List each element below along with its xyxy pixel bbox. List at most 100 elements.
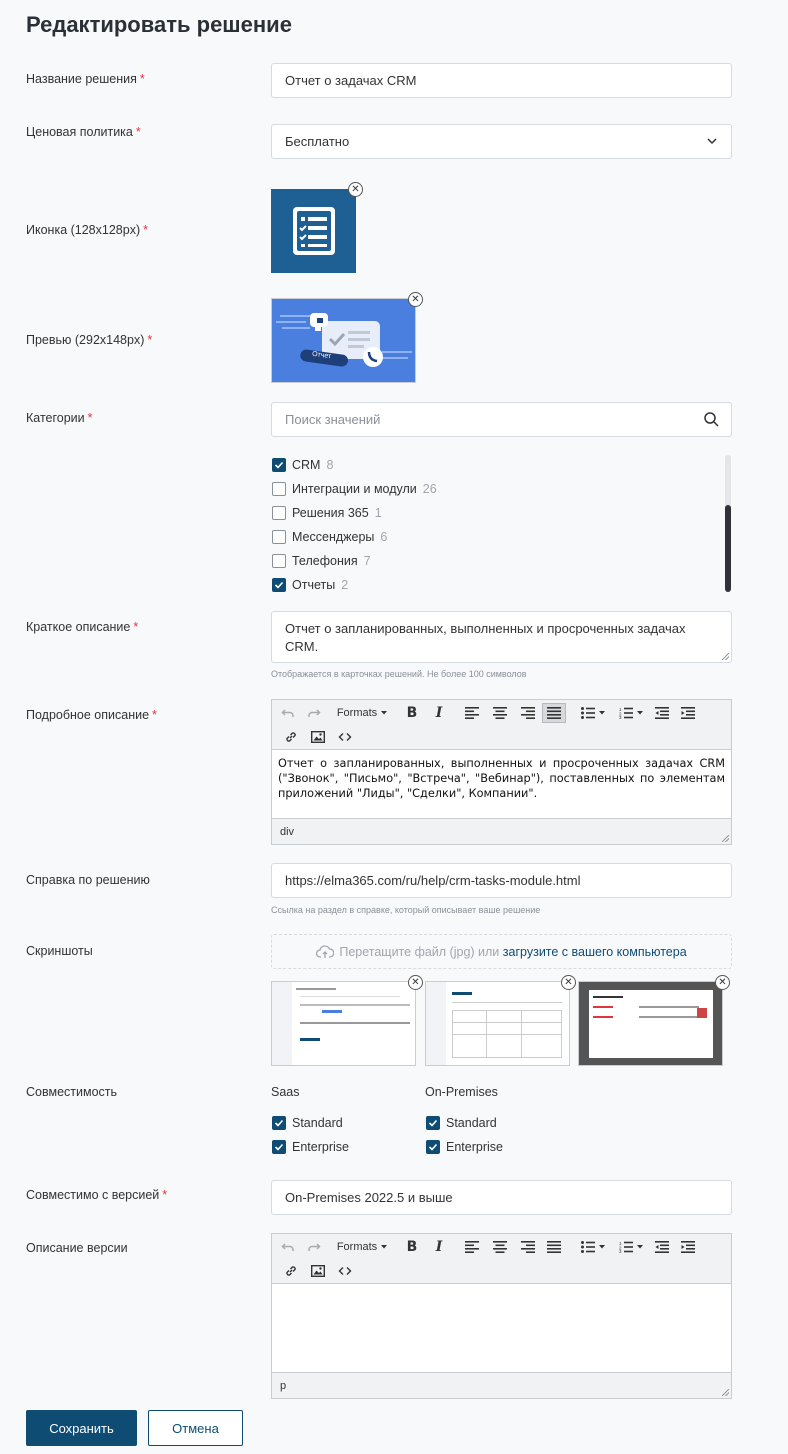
image-icon[interactable] (307, 1261, 329, 1281)
align-right-icon[interactable] (516, 703, 540, 723)
screenshot-thumb-2[interactable] (425, 981, 570, 1066)
short-desc-textarea[interactable]: Отчет о запланированных, выполненных и п… (271, 611, 732, 663)
icon-label: Иконка (128x128px) * (26, 223, 148, 237)
screenshots-label: Скриншоты (26, 944, 93, 958)
scrollbar-thumb[interactable] (725, 505, 731, 592)
category-label: CRM 8 (292, 458, 334, 472)
short-desc-hint: Отображается в карточках решений. Не бол… (271, 669, 527, 679)
undo-icon[interactable] (280, 1237, 296, 1257)
name-input[interactable]: Отчет о задачах CRM (271, 63, 732, 98)
category-checkbox[interactable] (272, 458, 286, 472)
category-checkbox[interactable] (272, 530, 286, 544)
short-desc-value: Отчет о запланированных, выполненных и п… (285, 621, 686, 654)
compat-option-label: Enterprise (292, 1140, 349, 1154)
screenshot-thumb-1[interactable] (271, 981, 416, 1066)
long-desc-editor[interactable]: Formats B I 1 2 3 Отчет о запланированных, вы… (271, 699, 732, 845)
editor-toolbar: Formats B I 1 2 3 (272, 1234, 731, 1284)
category-label: Интеграции и модули 26 (292, 482, 437, 496)
undo-icon[interactable] (280, 703, 296, 723)
element-path: p (280, 1380, 287, 1392)
svg-text:3: 3 (619, 1249, 622, 1253)
remove-icon-button[interactable]: ✕ (348, 182, 363, 197)
compat-option-label: Standard (446, 1116, 497, 1130)
help-input[interactable]: https://elma365.com/ru/help/crm-tasks-mo… (271, 863, 732, 898)
category-checkbox[interactable] (272, 554, 286, 568)
resize-handle[interactable] (722, 653, 729, 660)
formats-dropdown[interactable]: Formats (334, 703, 390, 723)
page-title: Редактировать решение (26, 12, 292, 37)
outdent-icon[interactable] (650, 1237, 674, 1257)
compat-checkbox[interactable] (272, 1140, 286, 1154)
code-icon[interactable] (334, 1261, 356, 1281)
compat-checkbox[interactable] (272, 1116, 286, 1130)
italic-icon[interactable]: I (427, 703, 451, 723)
save-button[interactable]: Сохранить (26, 1410, 137, 1446)
version-desc-label: Описание версии (26, 1241, 128, 1255)
categories-scrollbar[interactable] (725, 455, 731, 592)
formats-label: Formats (336, 1241, 378, 1253)
formats-dropdown[interactable]: Formats (334, 1237, 390, 1257)
align-left-icon[interactable] (460, 703, 484, 723)
version-desc-editor[interactable]: Formats B I 1 2 3 p (271, 1233, 732, 1399)
version-desc-content[interactable] (272, 1284, 731, 1372)
bold-icon[interactable]: B (400, 703, 424, 723)
remove-preview-button[interactable]: ✕ (408, 292, 423, 307)
indent-icon[interactable] (676, 1237, 700, 1257)
preview-image: Отчет (271, 298, 416, 383)
cancel-button[interactable]: Отмена (148, 1410, 243, 1446)
help-hint: Ссылка на раздел в справке, который опис… (271, 905, 541, 915)
code-icon[interactable] (334, 727, 356, 747)
resize-handle[interactable] (722, 1389, 729, 1396)
redo-icon[interactable] (306, 1237, 322, 1257)
compat-option-label: Standard (292, 1116, 343, 1130)
category-checkbox[interactable] (272, 482, 286, 496)
formats-label: Formats (336, 707, 378, 719)
category-label: Отчеты 2 (292, 578, 349, 592)
align-justify-icon[interactable] (542, 1237, 566, 1257)
cloud-upload-icon (316, 944, 335, 958)
align-left-icon[interactable] (460, 1237, 484, 1257)
screenshot-thumb-3[interactable] (578, 981, 723, 1066)
compat-group-title: On-Premises (425, 1085, 498, 1099)
editor-statusbar: p (272, 1372, 731, 1398)
bullet-list-icon[interactable] (575, 703, 611, 723)
italic-icon[interactable]: I (427, 1237, 451, 1257)
numbered-list-icon[interactable]: 123 (613, 703, 649, 723)
image-icon[interactable] (307, 727, 329, 747)
long-desc-label: Подробное описание * (26, 708, 157, 722)
align-justify-icon[interactable] (542, 703, 566, 723)
version-label: Совместимо с версией * (26, 1188, 168, 1202)
screenshot-dropzone[interactable]: Перетащите файл (jpg) или загрузите с ва… (271, 934, 732, 969)
compat-checkbox[interactable] (426, 1140, 440, 1154)
remove-screenshot-2-button[interactable]: ✕ (561, 975, 576, 990)
bold-icon[interactable]: B (400, 1237, 424, 1257)
upload-link[interactable]: загрузите с вашего компьютера (503, 945, 687, 959)
remove-screenshot-3-button[interactable]: ✕ (715, 975, 730, 990)
resize-handle[interactable] (722, 835, 729, 842)
version-input[interactable]: On-Premises 2022.5 и выше (271, 1180, 732, 1215)
link-icon[interactable] (280, 1261, 302, 1281)
remove-screenshot-1-button[interactable]: ✕ (408, 975, 423, 990)
compat-checkbox[interactable] (426, 1116, 440, 1130)
align-center-icon[interactable] (488, 703, 512, 723)
align-center-icon[interactable] (488, 1237, 512, 1257)
bullet-list-icon[interactable] (575, 1237, 611, 1257)
category-checkbox[interactable] (272, 578, 286, 592)
short-desc-label: Краткое описание * (26, 620, 139, 634)
indent-icon[interactable] (676, 703, 700, 723)
link-icon[interactable] (280, 727, 302, 747)
element-path: div (280, 826, 295, 838)
preview-label: Превью (292x148px) * (26, 333, 153, 347)
editor-toolbar: Formats B I 1 2 3 (272, 700, 731, 750)
name-label: Название решения * (26, 72, 145, 86)
redo-icon[interactable] (306, 703, 322, 723)
long-desc-content[interactable]: Отчет о запланированных, выполненных и п… (272, 750, 731, 818)
categories-search-input[interactable]: Поиск значений (271, 402, 732, 437)
icon-image (271, 189, 356, 273)
checklist-icon (293, 207, 335, 255)
numbered-list-icon[interactable]: 123 (613, 1237, 649, 1257)
align-right-icon[interactable] (516, 1237, 540, 1257)
category-checkbox[interactable] (272, 506, 286, 520)
outdent-icon[interactable] (650, 703, 674, 723)
pricing-select[interactable]: Бесплатно (271, 124, 732, 159)
